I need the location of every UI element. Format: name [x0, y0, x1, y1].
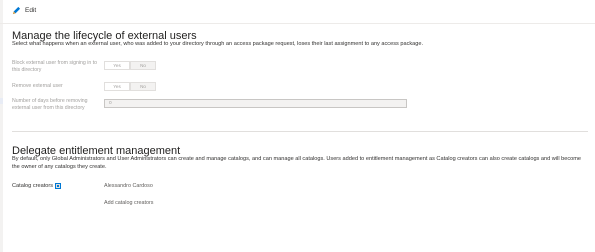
days-before-removing-label: Number of days before removing external … — [12, 98, 88, 111]
remove-user-label: Remove external user — [12, 83, 63, 89]
left-edge-strip — [0, 0, 3, 252]
catalog-creator-name: Alessandro Cardoso — [104, 183, 153, 189]
catalog-creators-label: Catalog creators — [12, 183, 54, 189]
remove-user-no-option[interactable]: No — [130, 82, 156, 91]
pencil-icon — [12, 6, 21, 15]
remove-user-yes-option[interactable]: Yes — [104, 82, 130, 91]
edit-button[interactable]: Edit — [12, 6, 36, 15]
block-signin-yes-option[interactable]: Yes — [104, 61, 130, 70]
lifecycle-description: Select what happens when an external use… — [12, 41, 424, 47]
edit-label: Edit — [25, 7, 37, 14]
remove-user-toggle[interactable]: Yes No — [104, 82, 156, 91]
left-edge-marker — [0, 98, 3, 104]
block-signin-no-option[interactable]: No — [130, 61, 156, 70]
entitlement-description: By default, only Global Administrators a… — [12, 156, 582, 170]
command-bar: Edit — [0, 0, 595, 24]
block-signin-label: Block external user from signing in to t… — [12, 60, 98, 73]
add-catalog-creators-link[interactable]: Add catalog creators — [104, 200, 153, 206]
section-divider — [12, 131, 588, 132]
info-icon[interactable] — [55, 183, 62, 189]
days-before-removing-input[interactable]: 0 — [104, 99, 407, 108]
catalog-creators-label-row: Catalog creators — [12, 183, 62, 189]
block-signin-toggle[interactable]: Yes No — [104, 61, 156, 70]
